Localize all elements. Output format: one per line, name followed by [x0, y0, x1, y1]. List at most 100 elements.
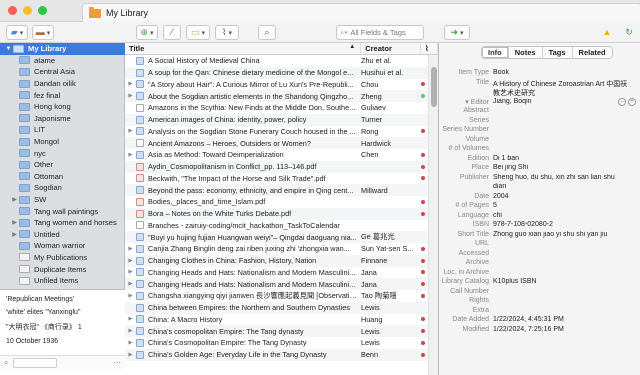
item-row[interactable]: Ancient Amazons – Heroes, Outsiders or W…: [125, 137, 429, 149]
item-row[interactable]: ▶ About the Sogdian artistic elements in …: [125, 90, 429, 102]
item-row[interactable]: ▶ "A Story about Hair": A Curious Mirror …: [125, 79, 429, 91]
collection-item[interactable]: ▶ SW: [0, 194, 125, 206]
item-row[interactable]: "Buyi yu hujing fujian Huangwan weiyi"– …: [125, 231, 429, 243]
field-value[interactable]: 5: [493, 202, 497, 212]
minimize-window-button[interactable]: [23, 6, 32, 15]
field-value[interactable]: Bei jing Shi: [493, 164, 528, 174]
field-value[interactable]: Zhong guo xian jiao yi shu shi yan jiu: [493, 231, 607, 241]
field-value[interactable]: dian: [493, 183, 506, 193]
scroll-thumb[interactable]: [431, 67, 437, 107]
item-row[interactable]: ▶ Changing Heads and Hats: Nationalism an…: [125, 267, 429, 279]
chevron-right-icon[interactable]: ▶: [125, 246, 136, 252]
chevron-right-icon[interactable]: ▶: [10, 196, 19, 203]
field-value[interactable]: Di 1 ban: [493, 155, 519, 165]
chevron-right-icon[interactable]: ▶: [125, 293, 136, 299]
item-row[interactable]: Beckwith, "The Impact of the Horse and S…: [125, 173, 429, 185]
collection-item[interactable]: Other: [0, 159, 125, 171]
close-window-button[interactable]: [8, 6, 17, 15]
search-input[interactable]: [350, 28, 417, 37]
locate-button[interactable]: ➜ ▾: [444, 25, 470, 40]
library-actions-button[interactable]: ▬ ▾: [32, 25, 54, 40]
tab-info[interactable]: Info: [482, 47, 509, 58]
field-value[interactable]: Jiang, Boqin: [493, 98, 532, 108]
collection-item[interactable]: Duplicate Items: [0, 263, 125, 275]
collection-item[interactable]: Unfiled Items: [0, 275, 125, 287]
item-row[interactable]: Aydin_Cosmopolitanism in Conflict_pp. 11…: [125, 160, 429, 173]
collection-item[interactable]: Woman warrior: [0, 240, 125, 252]
column-creator[interactable]: Creator: [361, 43, 422, 54]
chevron-right-icon[interactable]: ▶: [125, 152, 136, 158]
chevron-right-icon[interactable]: ▶: [125, 128, 136, 134]
chevron-right-icon[interactable]: ▶: [125, 269, 136, 275]
field-value[interactable]: 1/22/2024, 4:45:31 PM: [493, 316, 564, 326]
collection-item[interactable]: Hong kong: [0, 101, 125, 113]
chevron-right-icon[interactable]: ▶: [10, 219, 19, 226]
item-row[interactable]: ▶ Asia as Method: Toward Deimperializatio…: [125, 149, 429, 161]
chevron-right-icon[interactable]: ▶: [125, 93, 136, 99]
tag-actions-icon[interactable]: ⋯: [113, 358, 121, 367]
chevron-down-icon[interactable]: ▼: [4, 46, 13, 52]
new-collection-button[interactable]: ▰ ▾: [6, 25, 28, 40]
add-creator-button[interactable]: +: [628, 97, 636, 106]
chevron-right-icon[interactable]: ▶: [125, 328, 136, 334]
tab-related[interactable]: Related: [573, 47, 612, 58]
item-row[interactable]: Beyond the pass: economy, ethnicity, and…: [125, 184, 429, 196]
advanced-search-button[interactable]: ⌕: [258, 25, 276, 40]
library-tab[interactable]: My Library: [82, 3, 640, 22]
add-by-identifier-button[interactable]: ⁄: [163, 25, 181, 40]
column-title[interactable]: Title ▲: [125, 43, 362, 54]
collection-item[interactable]: ▶ Untitled: [0, 229, 125, 241]
field-value[interactable]: 2004: [493, 193, 509, 203]
field-value[interactable]: A History of Chinese Zoroastrian Art 中国祆: [493, 79, 627, 89]
field-value[interactable]: chi: [493, 212, 502, 222]
tag-item[interactable]: 'white' elites "Yanxinglu": [6, 309, 119, 316]
chevron-right-icon[interactable]: ▶: [125, 352, 136, 358]
tag-filter-input[interactable]: [13, 357, 58, 368]
item-row[interactable]: ▶ China's Cosmopolitan Empire: The Tang D…: [125, 337, 429, 349]
new-note-button[interactable]: ▭ ▾: [186, 25, 210, 40]
collection-item[interactable]: ▶ Tang women and horses: [0, 217, 125, 229]
collection-item[interactable]: Dandan oilik: [0, 78, 125, 90]
item-row[interactable]: Bodies,_places_and_time_Islam.pdf: [125, 196, 429, 208]
item-row[interactable]: ▶ Changing Clothes in China: Fashion, His…: [125, 254, 429, 267]
collection-item[interactable]: Japonisme: [0, 113, 125, 125]
items-scrollbar[interactable]: [428, 55, 438, 375]
collection-item[interactable]: fez final: [0, 89, 125, 101]
chevron-right-icon[interactable]: ▶: [125, 340, 136, 346]
chevron-right-icon[interactable]: ▶: [125, 81, 136, 87]
new-item-button[interactable]: ⊕ ▾: [136, 25, 158, 40]
item-row[interactable]: A Social History of Medieval China Zhu et…: [125, 55, 429, 67]
collection-item[interactable]: Tang wall paintings: [0, 205, 125, 217]
tag-item[interactable]: "大明衣冠" 《商行录》 1: [6, 322, 119, 332]
collection-item[interactable]: Central Asia: [0, 66, 125, 78]
search-box[interactable]: ⌕▾: [336, 25, 424, 40]
field-value[interactable]: K10plus ISBN: [493, 278, 537, 288]
field-value[interactable]: 教艺术史研究: [493, 88, 535, 98]
zoom-window-button[interactable]: [38, 6, 47, 15]
item-row[interactable]: ▶ China: A Macro History Huang: [125, 314, 429, 326]
field-value[interactable]: 1/22/2024, 7:25:16 PM: [493, 326, 564, 336]
field-value[interactable]: Book: [493, 69, 509, 79]
chevron-right-icon[interactable]: ▶: [125, 281, 136, 287]
item-row[interactable]: ▶ Changing Heads and Hats: Nationalism an…: [125, 278, 429, 290]
tag-item[interactable]: 10 October 1936: [6, 338, 119, 345]
collection-item[interactable]: nyc: [0, 147, 125, 159]
sync-error-button[interactable]: ▲: [600, 25, 614, 40]
chevron-right-icon[interactable]: ▶: [125, 258, 136, 264]
tab-tags[interactable]: Tags: [543, 47, 573, 58]
chevron-right-icon[interactable]: ▶: [125, 316, 136, 322]
item-row[interactable]: China between Empires: the Northern and …: [125, 301, 429, 314]
tag-item[interactable]: 'Republican Meetings': [6, 296, 119, 303]
collection-item[interactable]: Mongol: [0, 136, 125, 148]
collection-item[interactable]: atame: [0, 55, 125, 67]
remove-creator-button[interactable]: −: [618, 97, 626, 106]
item-row[interactable]: A soup for the Qan: Chinese dietary medi…: [125, 66, 429, 79]
collection-item[interactable]: LIT: [0, 124, 125, 136]
collection-item[interactable]: ▼ My Library: [0, 43, 125, 55]
add-attachment-button[interactable]: ⌇ ▾: [215, 25, 239, 40]
item-row[interactable]: Branches - zairuiy-coding/mcit_hackathon…: [125, 220, 429, 232]
item-row[interactable]: ▶ China's cosmopolitan Empire: The Tang d…: [125, 325, 429, 337]
tab-notes[interactable]: Notes: [509, 47, 543, 58]
item-row[interactable]: Bora – Notes on the White Turks Debate.p…: [125, 207, 429, 220]
item-row[interactable]: Amazons in the Scythia: New Finds at the…: [125, 102, 429, 114]
